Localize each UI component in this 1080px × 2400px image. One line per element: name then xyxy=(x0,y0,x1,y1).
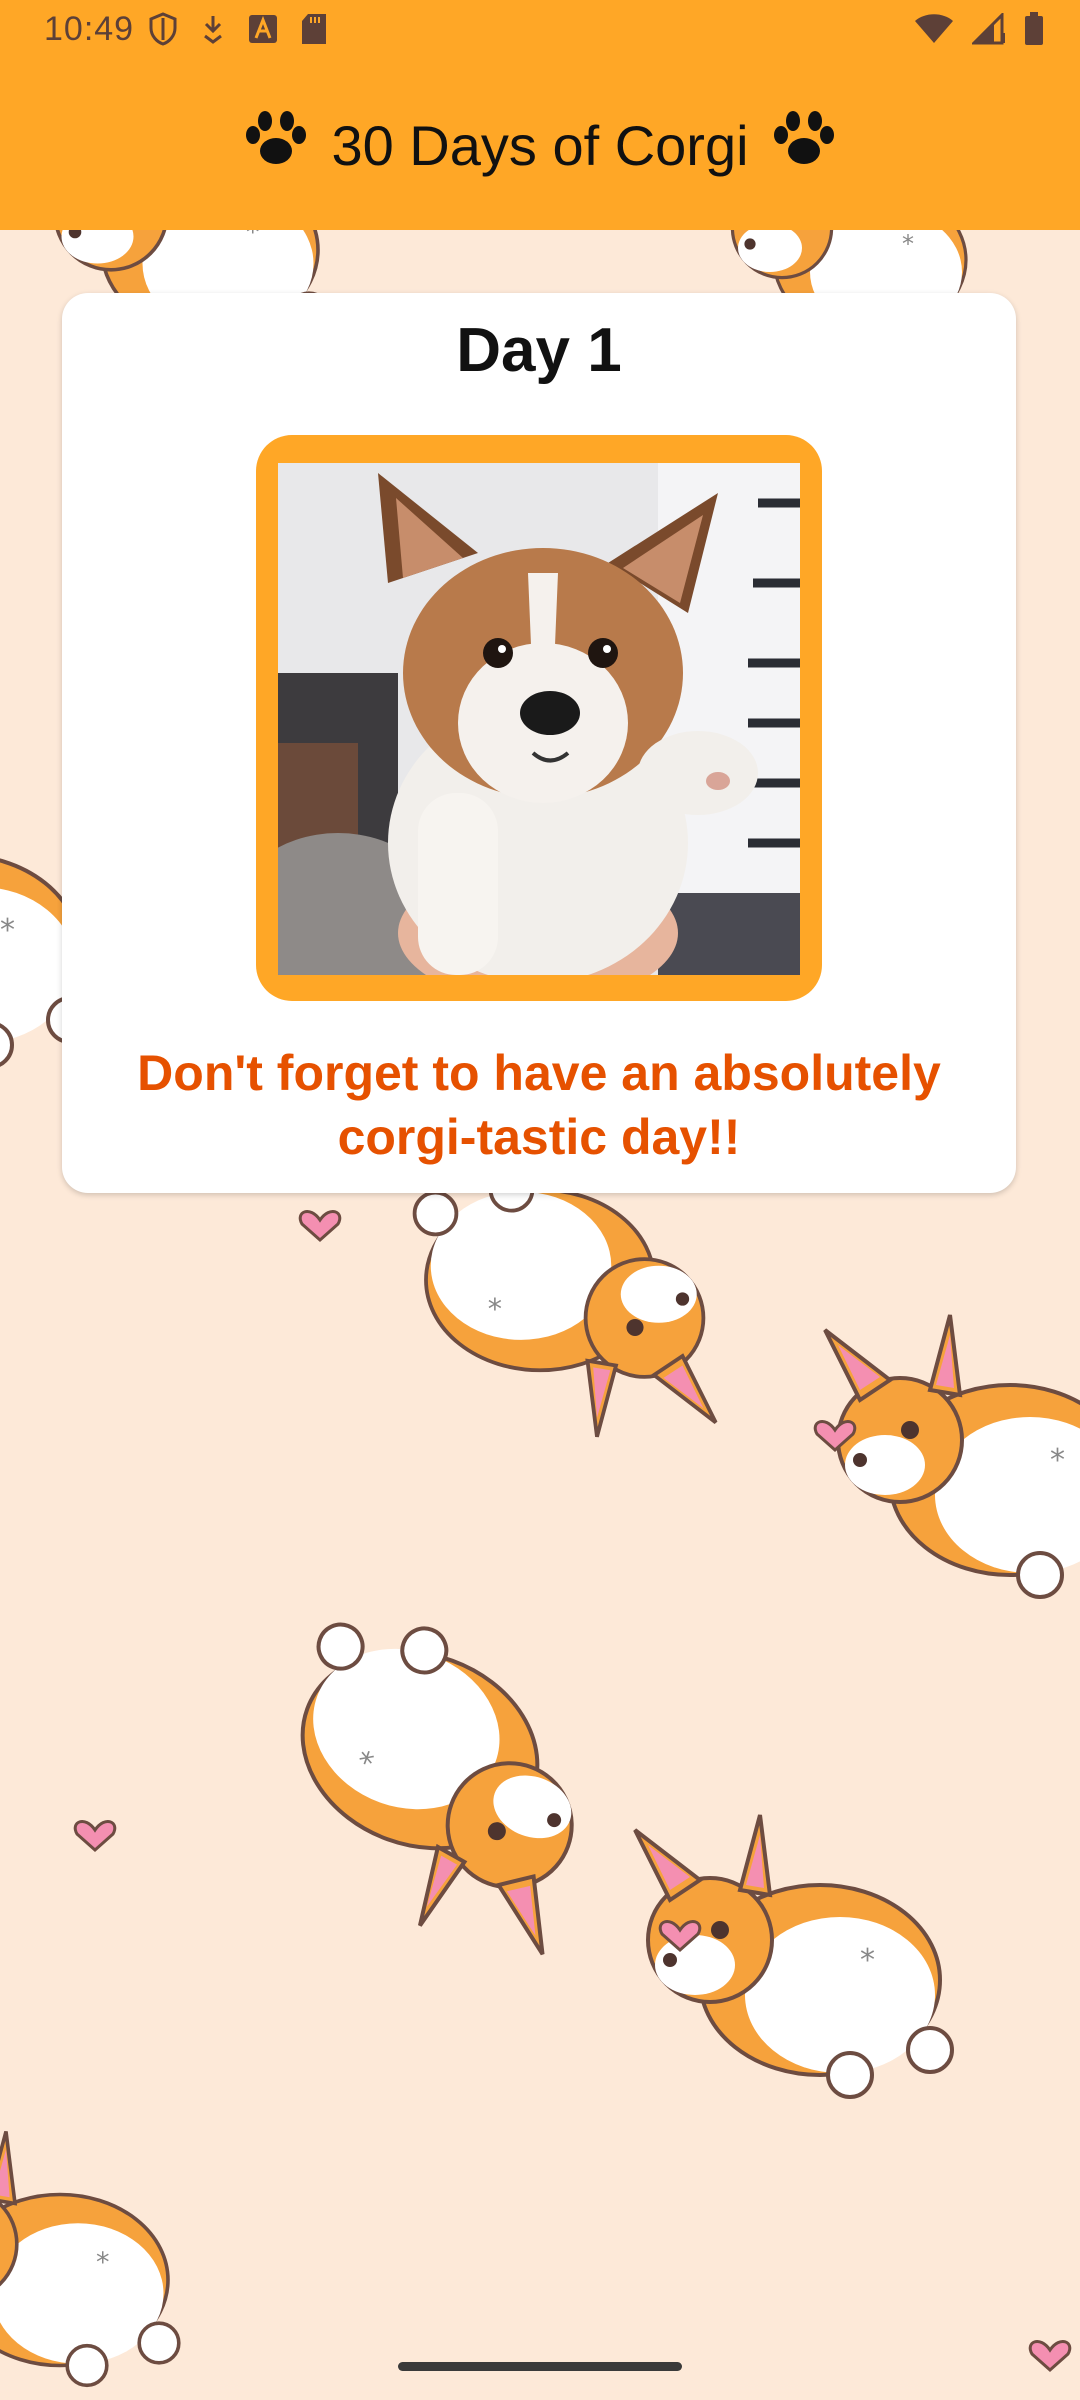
status-icons-left xyxy=(148,12,328,55)
corgi-puppy-photo xyxy=(278,463,800,975)
paw-icon xyxy=(771,109,837,182)
wifi-icon xyxy=(914,13,954,54)
home-indicator[interactable] xyxy=(398,2362,682,2371)
app-bar: 30 Days of Corgi xyxy=(0,60,1080,230)
font-a-icon xyxy=(248,14,278,53)
paw-icon xyxy=(243,109,309,182)
download-icon xyxy=(200,12,226,55)
battery-icon xyxy=(1024,12,1044,55)
motivational-message: Don't forget to have an absolutely corgi… xyxy=(137,1045,941,1165)
photo-frame xyxy=(256,435,822,1001)
app-title: 30 Days of Corgi xyxy=(331,113,749,177)
status-icons-right xyxy=(914,11,1044,55)
shield-icon xyxy=(148,12,178,55)
status-bar: 10:49 xyxy=(0,0,1080,60)
sd-card-icon xyxy=(300,13,328,54)
signal-icon xyxy=(970,11,1006,54)
day-card: Day 1 Don't forget to have an absolutely… xyxy=(62,293,1016,1193)
day-title: Day 1 xyxy=(456,316,622,385)
status-time: 10:49 xyxy=(44,10,135,48)
